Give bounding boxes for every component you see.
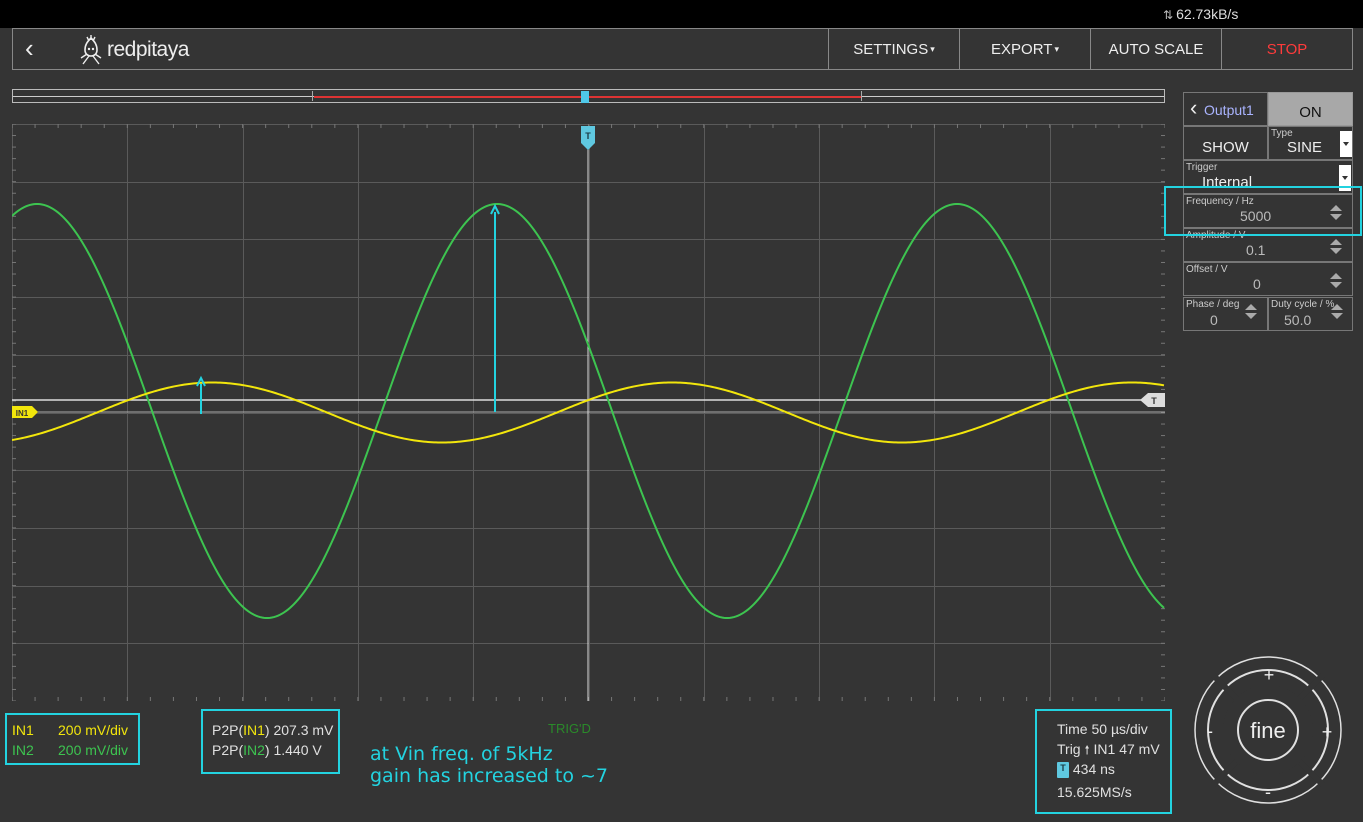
stop-button[interactable]: STOP: [1221, 29, 1352, 69]
dropdown-icon: [1340, 131, 1352, 157]
sample-rate: 15.625MS/s: [1057, 784, 1132, 800]
phase-field[interactable]: Phase / deg 0: [1183, 297, 1268, 331]
trigger-delay: T 434 ns: [1057, 761, 1115, 779]
trigger-status: TRIG'D: [548, 721, 591, 736]
trigger-time-marker[interactable]: T: [581, 126, 595, 150]
oscilloscope-graph[interactable]: T T IN1: [12, 124, 1165, 701]
type-select[interactable]: Type SINE: [1268, 126, 1353, 160]
svg-text:T: T: [1151, 396, 1157, 406]
app-header: ‹ redpitaya SETTINGS ▾ EXPORT ▾ AUTO SCALE…: [12, 28, 1353, 70]
duty-cycle-field[interactable]: Duty cycle / % 50.0: [1268, 297, 1353, 331]
show-button[interactable]: SHOW: [1183, 126, 1268, 160]
svg-text:IN1: IN1: [16, 409, 29, 418]
pitaya-icon: [80, 35, 102, 65]
up-plus-icon[interactable]: +: [1264, 665, 1275, 685]
left-minus-icon[interactable]: -: [1207, 721, 1213, 741]
data-rate: ⇅ 62.73kB/s: [1163, 6, 1239, 22]
chevron-down-icon: ▾: [930, 43, 935, 54]
buffer-timeline[interactable]: [12, 89, 1165, 103]
offset-field[interactable]: Offset / V 0: [1183, 262, 1353, 296]
in1-channel-marker[interactable]: IN1: [12, 406, 38, 418]
trigger-info: Trig 🠕 IN1 47 mV: [1057, 741, 1160, 757]
timeline-trigger-handle[interactable]: [581, 91, 589, 103]
in2-amplitude-arrow: [490, 203, 500, 412]
chevron-down-icon: ▾: [1054, 43, 1059, 54]
top-status-bar: ⇅ 62.73kB/s: [0, 0, 1363, 28]
p2p-in2: P2P(IN2) 1.440 V: [212, 742, 322, 758]
brand-name: redpitaya: [107, 38, 189, 61]
export-menu[interactable]: EXPORT ▾: [959, 29, 1090, 69]
frequency-highlight: [1164, 186, 1362, 236]
trigger-level-marker[interactable]: T: [1140, 393, 1165, 407]
in2-label: IN2: [12, 742, 34, 758]
time-per-div: Time 50 µs/div: [1057, 721, 1148, 737]
in1-label: IN1: [12, 722, 34, 738]
output-on-button[interactable]: ON: [1268, 92, 1353, 126]
trigger-marker-icon: T: [1057, 762, 1069, 779]
transfer-icon: ⇅: [1163, 8, 1174, 22]
annotation-text: at Vin freq. of 5kHz gain has increased …: [370, 743, 608, 787]
fine-navigation-pad[interactable]: fine + - - +: [1193, 655, 1343, 805]
right-plus-icon[interactable]: +: [1322, 722, 1333, 742]
p2p-in1: P2P(IN1) 207.3 mV: [212, 722, 334, 738]
in2-scale: 200 mV/div: [58, 742, 129, 758]
svg-text:T: T: [585, 131, 591, 141]
auto-scale-button[interactable]: AUTO SCALE: [1090, 29, 1221, 69]
down-minus-icon[interactable]: -: [1265, 782, 1271, 802]
settings-menu[interactable]: SETTINGS ▾: [828, 29, 959, 69]
in1-scale: 200 mV/div: [58, 722, 129, 738]
fine-label: fine: [1250, 718, 1285, 743]
rising-edge-icon: 🠕: [1084, 743, 1090, 757]
redpitaya-logo: redpitaya: [79, 34, 189, 66]
back-icon[interactable]: ‹: [25, 35, 34, 61]
chevron-left-icon: ‹: [1190, 95, 1198, 120]
output1-tab[interactable]: ‹ Output1: [1183, 92, 1268, 126]
